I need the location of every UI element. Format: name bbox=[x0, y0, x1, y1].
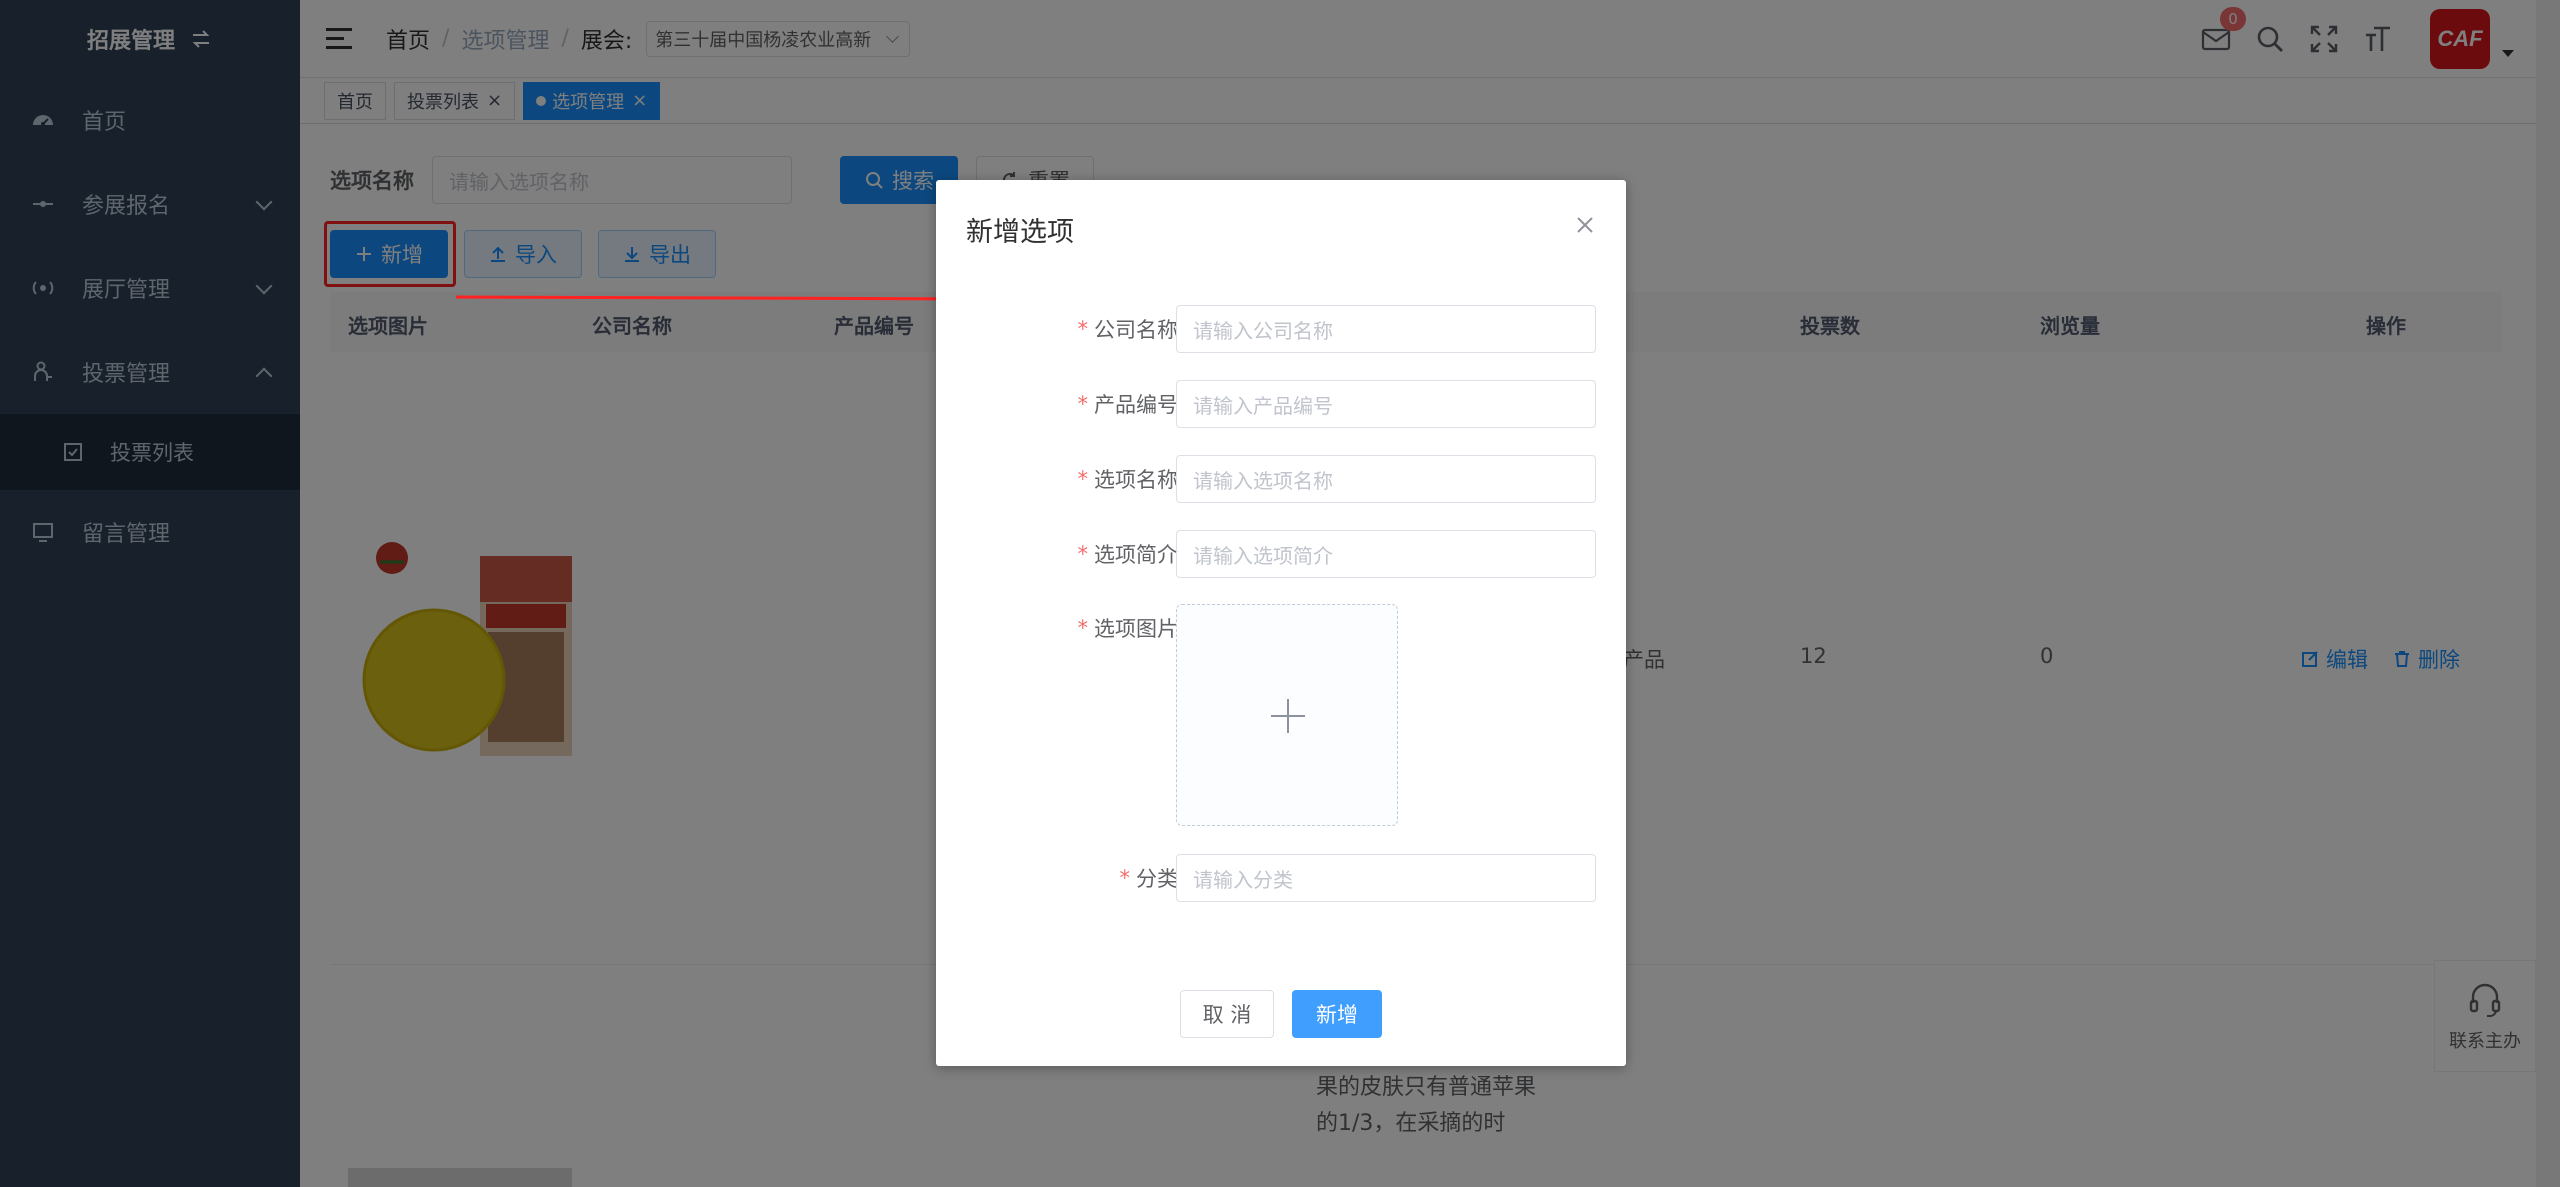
annotation-arrow bbox=[456, 292, 1000, 306]
category-row: * 分类 请输入分类 bbox=[936, 854, 1626, 902]
category-label: * 分类 bbox=[1119, 866, 1179, 891]
add-option-dialog: 新增选项 * 公司名称 请输入公司名称 * 产品编号 请输入产品编号 * 选项名称 请… bbox=[936, 180, 1626, 1066]
company-name-row: * 公司名称 请输入公司名称 bbox=[936, 305, 1626, 353]
option-intro-row: * 选项简介 请输入选项简介 bbox=[936, 530, 1626, 578]
option-name-label: * 选项名称 bbox=[1077, 467, 1179, 492]
confirm-add-button[interactable]: 新增 bbox=[1292, 990, 1382, 1038]
company-name-label: * 公司名称 bbox=[1077, 317, 1179, 342]
option-image-label: * 选项图片 bbox=[1077, 616, 1179, 641]
option-name-row: * 选项名称 请输入选项名称 bbox=[936, 455, 1626, 503]
product-code-input[interactable]: 请输入产品编号 bbox=[1176, 380, 1596, 428]
image-uploader[interactable] bbox=[1176, 604, 1398, 826]
category-input[interactable]: 请输入分类 bbox=[1176, 854, 1596, 902]
plus-icon-vertical bbox=[1287, 699, 1289, 733]
company-name-input[interactable]: 请输入公司名称 bbox=[1176, 305, 1596, 353]
close-icon[interactable] bbox=[1574, 214, 1596, 236]
option-name-input[interactable]: 请输入选项名称 bbox=[1176, 455, 1596, 503]
option-intro-label: * 选项简介 bbox=[1077, 542, 1179, 567]
option-intro-input[interactable]: 请输入选项简介 bbox=[1176, 530, 1596, 578]
cancel-button[interactable]: 取 消 bbox=[1180, 990, 1274, 1038]
product-code-row: * 产品编号 请输入产品编号 bbox=[936, 380, 1626, 428]
product-code-label: * 产品编号 bbox=[1077, 392, 1179, 417]
dialog-title: 新增选项 bbox=[966, 217, 1074, 248]
